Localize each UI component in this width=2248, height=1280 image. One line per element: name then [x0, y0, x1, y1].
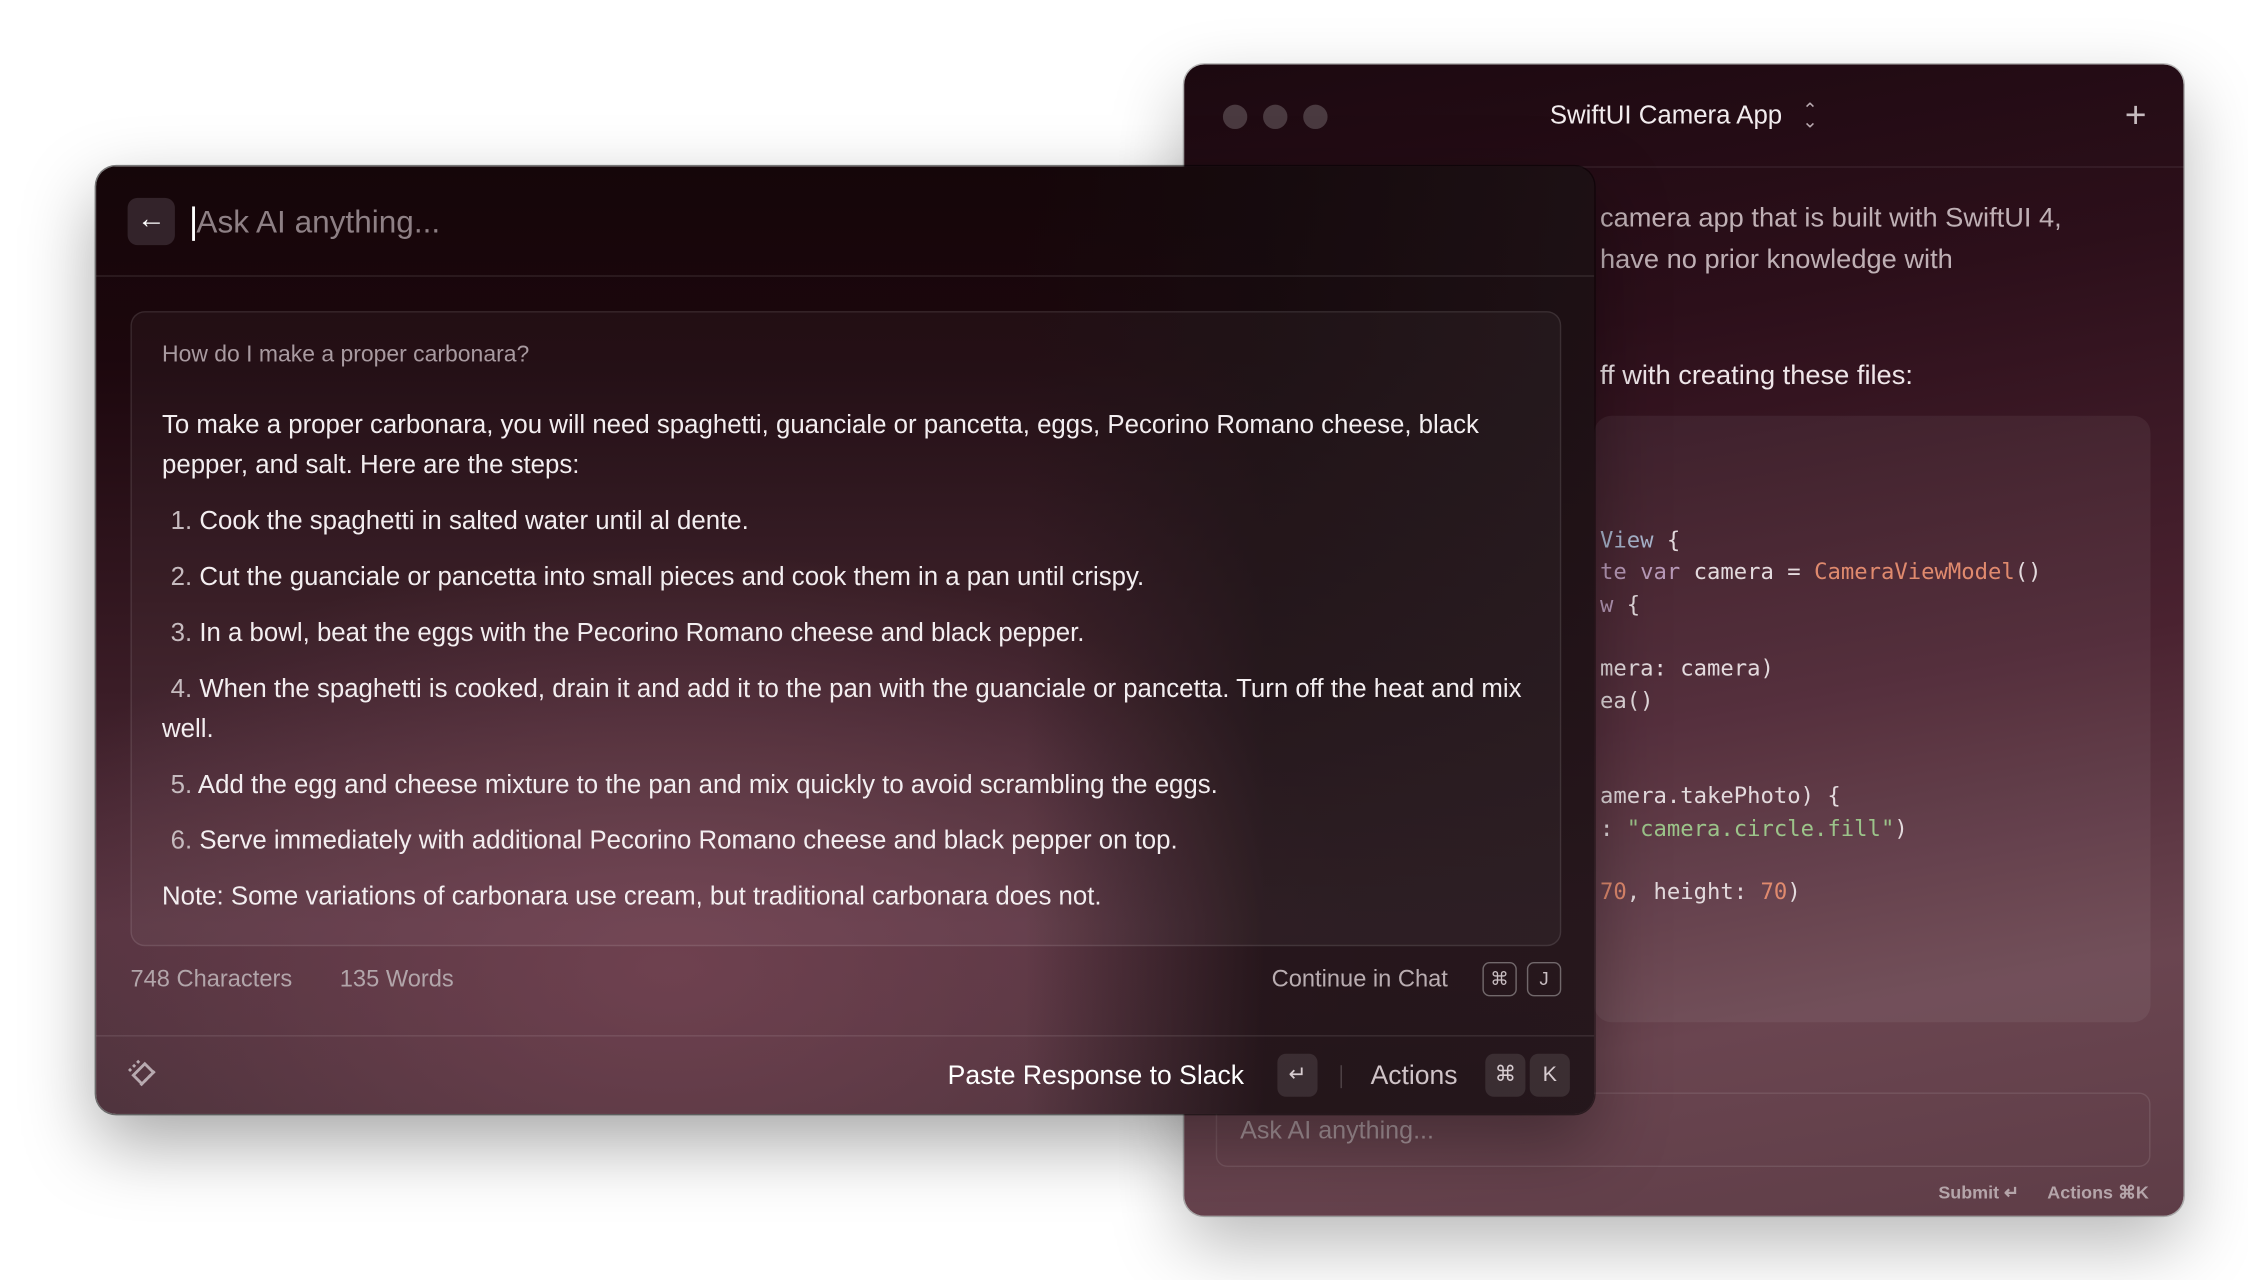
code-token: ) — [1894, 815, 1908, 842]
answer-intro: To make a proper carbonara, you will nee… — [162, 410, 1479, 479]
message-line: camera app that is built with SwiftUI 4, — [1599, 203, 2062, 234]
code-token: var — [1640, 559, 1681, 586]
code-line: View { — [1600, 528, 1680, 554]
character-count: 748 Characters — [130, 966, 293, 993]
code-line: mera: camera) — [1600, 655, 1774, 681]
step-text: Serve immediately with additional Pecori… — [199, 825, 1178, 855]
chevron-up-down-icon: ⌃ ⌄ — [1802, 99, 1818, 133]
code-token: te — [1599, 559, 1641, 586]
answer-step: 5. Add the egg and cheese mixture to the… — [162, 764, 1538, 804]
word-count: 135 Words — [339, 966, 454, 993]
raycast-logo-icon — [128, 1058, 156, 1087]
answer-step: 6. Serve immediately with additional Pec… — [162, 820, 1538, 860]
step-text: When the spaghetti is cooked, drain it a… — [162, 673, 1522, 743]
code-line: : "camera.circle.fill") — [1600, 815, 1908, 841]
step-number: 1. — [170, 506, 193, 535]
code-token: mera: camera) — [1599, 655, 1774, 682]
return-key-icon: ↵ — [1277, 1053, 1318, 1097]
k-key: K — [1529, 1053, 1570, 1097]
answer-step: 3. In a bowl, beat the eggs with the Pec… — [162, 612, 1538, 652]
arrow-left-icon[interactable]: ← — [127, 197, 175, 246]
code-token: View — [1599, 527, 1654, 554]
submit-button[interactable]: Submit ↵ — [1938, 1181, 2019, 1203]
command-key-icon: ⌘ — [1485, 1053, 1526, 1097]
chat-title: SwiftUI Camera App — [1549, 100, 1783, 130]
code-token: ) — [1787, 879, 1801, 906]
title-bar: SwiftUI Camera App ⌃ ⌄ + — [1184, 65, 2184, 168]
code-token: , height: — [1626, 879, 1761, 906]
search-header: ← Ask AI anything... — [96, 166, 1595, 277]
step-text: Add the egg and cheese mixture to the pa… — [197, 769, 1218, 799]
code-line: ea() — [1600, 687, 1654, 713]
actions-button[interactable]: Actions — [1371, 1059, 1458, 1091]
code-token: w — [1599, 591, 1614, 618]
separator — [1340, 1065, 1342, 1089]
step-number: 3. — [170, 617, 193, 647]
step-text: In a bowl, beat the eggs with the Pecori… — [199, 617, 1085, 647]
code-token: CameraViewModel — [1814, 559, 2015, 586]
answer-note: Note: Some variations of carbonara use c… — [162, 881, 1102, 911]
code-token: "camera.circle.fill" — [1626, 815, 1895, 842]
answer-step: 1. Cook the spaghetti in salted water un… — [162, 500, 1538, 540]
code-token: { — [1613, 591, 1641, 618]
actions-button[interactable]: Actions ⌘K — [2047, 1181, 2149, 1203]
chat-input-placeholder: Ask AI anything... — [1240, 1115, 1434, 1145]
step-number: 4. — [170, 673, 193, 703]
ask-input[interactable]: Ask AI anything... — [196, 204, 440, 241]
code-token: amera.takePhoto) { — [1599, 783, 1841, 810]
step-number: 2. — [170, 561, 193, 591]
text-caret — [192, 206, 195, 241]
paste-response-button[interactable]: Paste Response to Slack — [948, 1059, 1244, 1091]
message-line: ff with creating these files: — [1599, 361, 1913, 392]
step-text: Cook the spaghetti in salted water until… — [199, 506, 749, 535]
answer: To make a proper carbonara, you will nee… — [162, 404, 1538, 932]
step-text: Cut the guanciale or pancetta into small… — [199, 561, 1145, 591]
response-card: How do I make a proper carbonara? To mak… — [130, 311, 1562, 947]
step-number: 5. — [170, 769, 193, 799]
code-line: amera.takePhoto) { — [1600, 783, 1841, 809]
code-token: { — [1653, 527, 1681, 554]
code-line: te var camera = CameraViewModel() — [1600, 560, 2042, 586]
continue-in-chat-button[interactable]: Continue in Chat — [1272, 966, 1448, 993]
message-line: have no prior knowledge with — [1599, 245, 1953, 276]
plus-icon[interactable]: + — [2125, 93, 2147, 137]
code-block — [1594, 415, 2151, 1023]
code-token: ea() — [1599, 687, 1654, 714]
quick-ai-window: ← Ask AI anything... How do I make a pro… — [96, 166, 1595, 1114]
answer-step: 2. Cut the guanciale or pancetta into sm… — [162, 556, 1538, 596]
code-token: 70 — [1599, 879, 1627, 906]
question: How do I make a proper carbonara? — [162, 342, 530, 368]
code-line: w { — [1600, 592, 1640, 618]
code-token: () — [2014, 559, 2042, 586]
j-key: J — [1526, 961, 1562, 997]
divider — [96, 1035, 1595, 1037]
step-number: 6. — [170, 825, 193, 855]
command-key-icon: ⌘ — [1482, 961, 1517, 997]
code-token: : — [1599, 815, 1627, 842]
code-line: 70, height: 70) — [1600, 879, 1801, 905]
code-token: camera = — [1680, 559, 1815, 586]
chat-switcher[interactable]: SwiftUI Camera App ⌃ ⌄ — [1184, 100, 2183, 130]
code-token: 70 — [1760, 879, 1788, 906]
answer-step: 4. When the spaghetti is cooked, drain i… — [162, 668, 1538, 748]
